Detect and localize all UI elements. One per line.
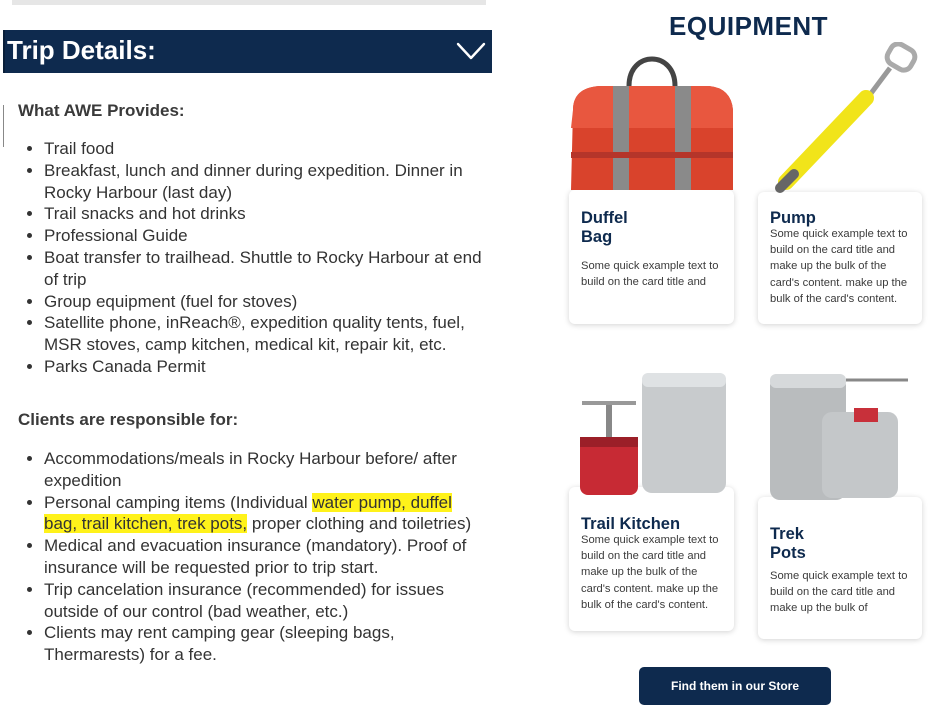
card-title: Pots [770, 544, 806, 562]
equipment-card-trail-kitchen[interactable]: Trail Kitchen Some quick example text to… [569, 487, 734, 631]
find-in-store-button[interactable]: Find them in our Store [639, 667, 831, 705]
provides-heading: What AWE Provides: [18, 101, 185, 120]
list-item: Boat transfer to trailhead. Shuttle to R… [44, 247, 489, 291]
equipment-card-trek-pots[interactable]: Trek Pots Some quick example text to bui… [758, 497, 922, 639]
card-text: Some quick example text to build on the … [581, 260, 719, 289]
list-item: Trail food [44, 138, 489, 160]
section-rule [3, 105, 4, 147]
list-item: Trip cancelation insurance (recommended)… [44, 579, 489, 623]
card-text: Some quick example text to build on the … [581, 534, 719, 611]
responsible-heading: Clients are responsible for: [18, 410, 239, 429]
equipment-card-pump[interactable]: Pump Some quick example text to build on… [758, 192, 922, 324]
card-text: Some quick example text to build on the … [770, 570, 908, 615]
list-item: Personal camping items (Individual water… [44, 492, 489, 536]
card-title: Duffel [581, 209, 628, 227]
list-item: Parks Canada Permit [44, 356, 489, 378]
equipment-title: EQUIPMENT [669, 11, 829, 41]
provides-list: Trail food Breakfast, lunch and dinner d… [18, 138, 489, 378]
card-title: Bag [581, 228, 613, 246]
trek-pots-image [770, 374, 908, 500]
list-item: Trail snacks and hot drinks [44, 203, 489, 225]
responsible-list: Accommodations/meals in Rocky Harbour be… [18, 448, 489, 666]
list-item: Accommodations/meals in Rocky Harbour be… [44, 448, 489, 492]
duffel-bag-image [571, 56, 733, 190]
water-pump-image [775, 42, 918, 193]
trip-details-accordion-header[interactable]: Trip Details: [3, 30, 492, 73]
trip-details-title: Trip Details: [7, 35, 156, 65]
list-item: Breakfast, lunch and dinner during exped… [44, 160, 489, 204]
list-item: Satellite phone, inReach®, expedition qu… [44, 312, 489, 356]
list-item: Professional Guide [44, 225, 489, 247]
top-divider [12, 0, 486, 5]
personal-items-prefix: Personal camping items (Individual [44, 492, 313, 512]
equipment-card-duffel[interactable]: Duffel Bag Some quick example text to bu… [569, 190, 734, 324]
list-item: Group equipment (fuel for stoves) [44, 291, 489, 313]
list-item: Clients may rent camping gear (sleeping … [44, 622, 489, 666]
chevron-down-icon[interactable] [456, 40, 486, 62]
card-text: Some quick example text to build on the … [770, 228, 908, 305]
camp-stove-image [580, 373, 726, 495]
list-item: Medical and evacuation insurance (mandat… [44, 535, 489, 579]
card-title: Trek [770, 525, 804, 543]
personal-items-suffix: proper clothing and toiletries) [247, 514, 472, 534]
